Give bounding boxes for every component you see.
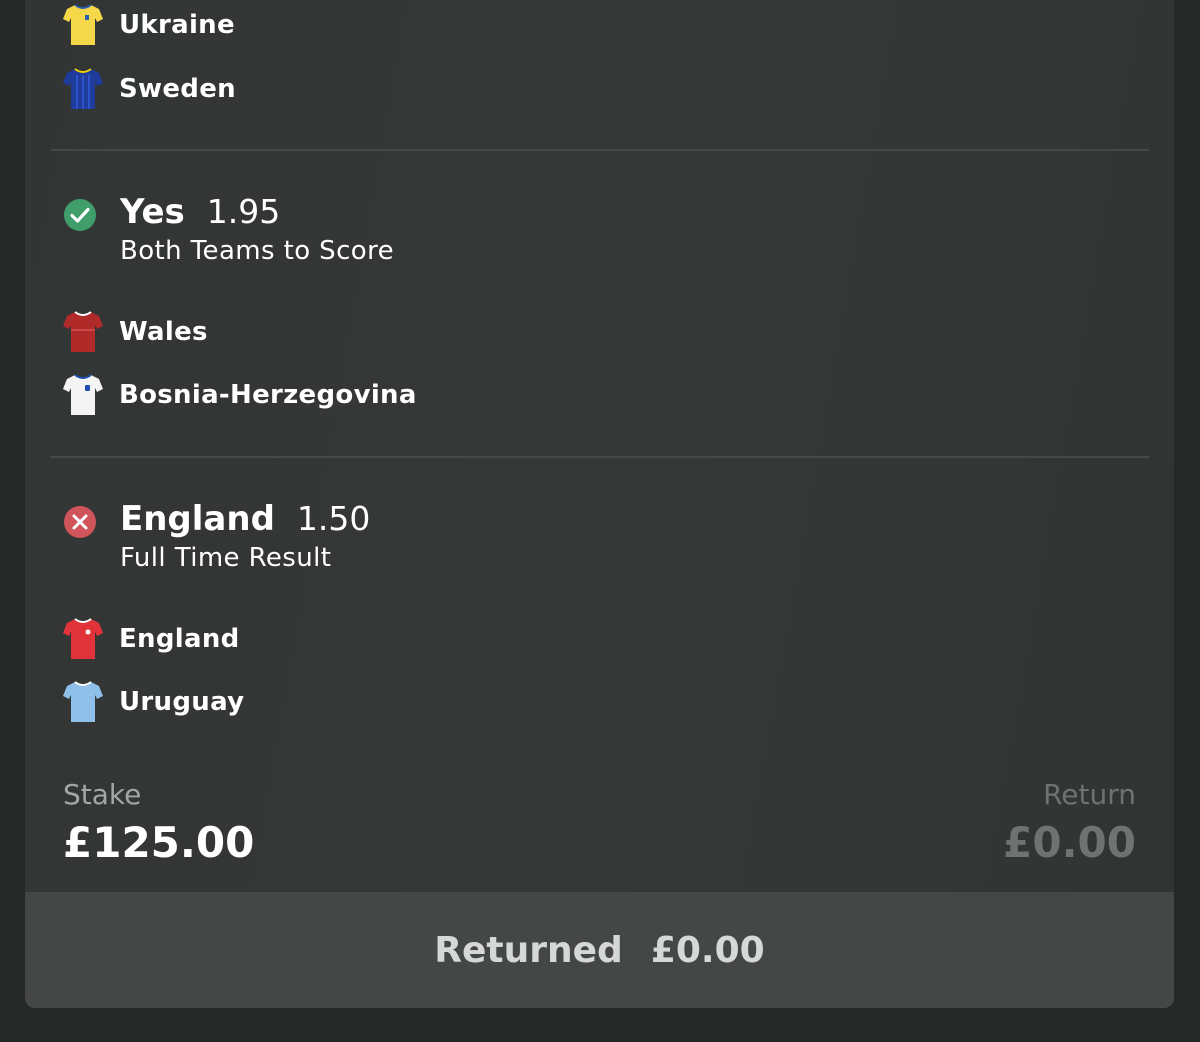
divider [51, 456, 1149, 458]
team-name: Sweden [119, 74, 236, 104]
market-name: Full Time Result [120, 543, 332, 573]
team-row: Wales [63, 310, 208, 354]
bet-receipt-card: Ukraine Sweden Yes 1.95 Both Teams to Sco… [25, 0, 1174, 1008]
market-name: Both Teams to Score [120, 236, 394, 266]
selection-name: Yes [120, 192, 185, 232]
shirt-red-icon [63, 618, 103, 659]
selection-odds: 1.95 [206, 192, 281, 231]
selection-name: England [120, 499, 275, 539]
returned-value: £0.00 [650, 929, 765, 971]
returned-label: Returned [434, 929, 623, 971]
stake-label: Stake [63, 778, 142, 811]
divider [51, 149, 1149, 151]
cross-icon [64, 506, 96, 538]
return-value: £0.00 [1003, 818, 1136, 867]
shirt-blue-icon [63, 68, 103, 109]
shirt-white-icon [63, 374, 103, 415]
checkmark-icon [64, 199, 96, 231]
shirt-lightblue-icon [63, 681, 103, 722]
shirt-yellow-icon [63, 4, 103, 45]
team-row: Sweden [63, 67, 236, 111]
team-row: Bosnia-Herzegovina [63, 373, 417, 417]
team-row: Uruguay [63, 680, 244, 724]
return-label: Return [1043, 778, 1136, 811]
team-row: England [63, 617, 240, 661]
returned-bar: Returned £0.00 [25, 892, 1174, 1008]
team-name: Bosnia-Herzegovina [119, 380, 417, 410]
team-name: England [119, 624, 240, 654]
shirt-red-icon [63, 311, 103, 352]
team-name: Uruguay [119, 687, 245, 717]
team-row: Ukraine [63, 3, 235, 47]
selection-odds: 1.50 [296, 499, 371, 538]
team-name: Wales [119, 317, 208, 347]
team-name: Ukraine [119, 10, 235, 40]
stake-value: £125.00 [63, 818, 255, 867]
